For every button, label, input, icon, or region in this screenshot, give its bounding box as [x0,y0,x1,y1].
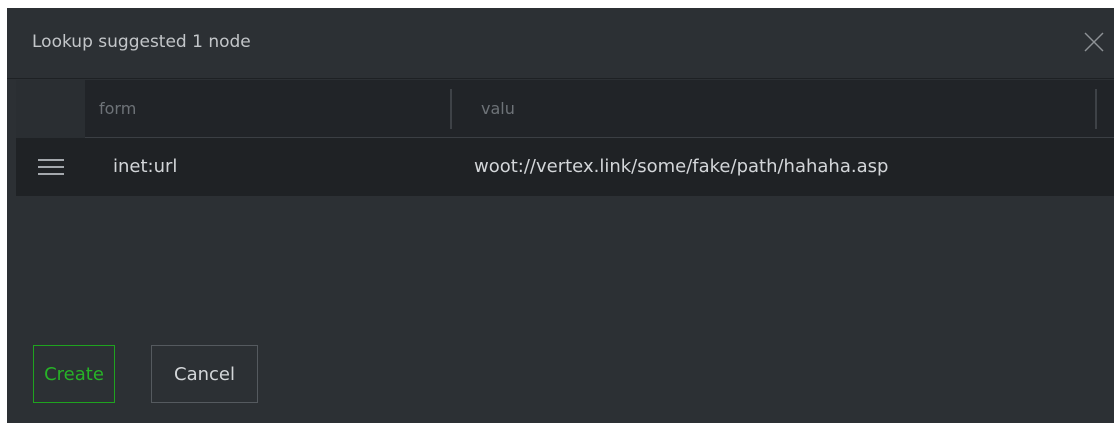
handle-column-header [16,80,85,138]
create-button[interactable]: Create [33,345,115,403]
close-icon [1084,32,1104,52]
cell-form: inet:url [113,156,178,177]
close-button[interactable] [1082,30,1106,54]
table-row[interactable]: inet:url woot://vertex.link/some/fake/pa… [16,138,1114,196]
column-resizer-form[interactable] [450,89,452,129]
suggestion-table: form valu inet:url woot://vertex.link/so… [16,80,1114,196]
lookup-dialog: Lookup suggested 1 node form valu inet:u… [7,8,1114,423]
dialog-header: Lookup suggested 1 node [7,8,1114,79]
drag-handle-icon[interactable] [38,159,64,175]
column-header-valu[interactable]: valu [481,99,515,118]
cell-valu: woot://vertex.link/some/fake/path/hahaha… [474,156,889,177]
column-header-form[interactable]: form [99,99,136,118]
cancel-button[interactable]: Cancel [151,345,258,403]
column-resizer-valu[interactable] [1095,89,1097,129]
table-header: form valu [16,80,1114,138]
table-body: inet:url woot://vertex.link/some/fake/pa… [16,138,1114,196]
dialog-title: Lookup suggested 1 node [32,32,251,52]
